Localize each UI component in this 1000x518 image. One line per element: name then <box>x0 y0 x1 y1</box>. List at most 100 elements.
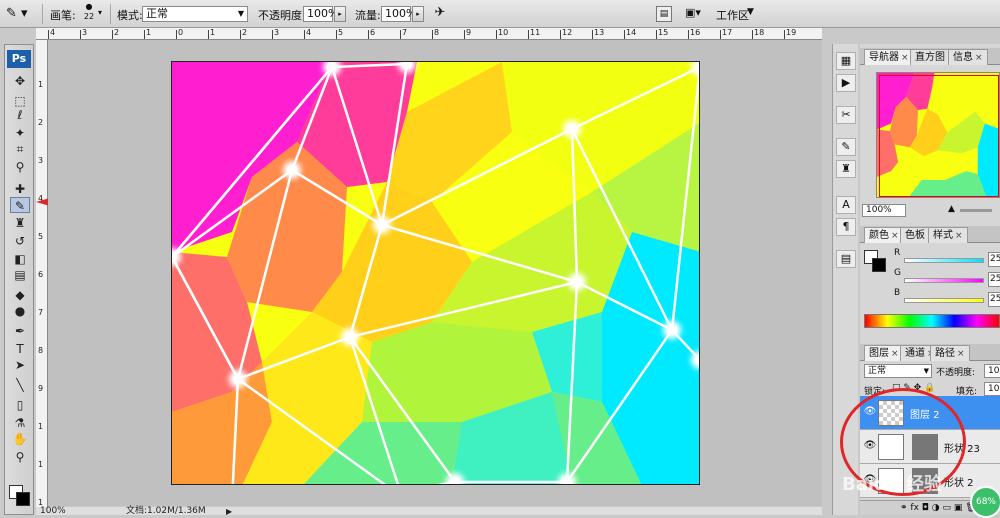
brush-tool-icon[interactable]: ✎ <box>10 197 30 213</box>
opacity-label: 不透明度: <box>258 9 306 22</box>
close-icon[interactable]: × <box>975 53 983 63</box>
network-node <box>233 374 243 384</box>
ruler-number: 19 <box>786 28 797 37</box>
layer-opacity-label: 不透明度: <box>936 368 976 378</box>
ruler-number: 16 <box>690 28 701 37</box>
tab-paths[interactable]: 路径 × <box>930 345 970 361</box>
tab-navigator[interactable]: 导航器 × <box>864 49 914 65</box>
magic-wand-tool-icon[interactable]: ✦ <box>10 125 30 141</box>
eyedropper-tool-icon[interactable]: ⚲ <box>10 159 30 175</box>
new-group-icon[interactable]: ▭ <box>943 503 952 513</box>
photoshop-logo[interactable]: Ps <box>7 50 31 68</box>
crop-tool-icon[interactable]: ⌗ <box>10 141 30 157</box>
background-color-swatch[interactable] <box>16 492 30 506</box>
ruler-number: 1 <box>210 28 216 37</box>
notes-tool-icon[interactable]: ▯ <box>10 397 30 413</box>
navigator-view-box[interactable] <box>879 75 999 197</box>
notes-icon[interactable]: ▤ <box>836 250 856 268</box>
character-icon[interactable]: A <box>836 196 856 214</box>
ruler-number: 8 <box>38 346 44 355</box>
channel-slider[interactable] <box>904 258 984 263</box>
bridge-icon[interactable]: ▣▾ <box>682 6 704 22</box>
channel-slider[interactable] <box>904 278 984 283</box>
tab-color[interactable]: 颜色 × <box>864 227 904 243</box>
fx-icon[interactable]: fx <box>910 503 919 513</box>
dodge-tool-icon[interactable]: ● <box>10 303 30 319</box>
move-tool-icon[interactable]: ✥ <box>10 73 30 89</box>
document-canvas[interactable] <box>171 61 700 485</box>
airbrush-icon[interactable]: ✈ <box>431 5 449 23</box>
navigator-tabs: 导航器× 直方图× 信息× <box>860 48 1000 65</box>
link-layers-icon[interactable]: ⚭ <box>900 503 908 513</box>
close-icon[interactable]: × <box>891 231 899 241</box>
ruler-tick <box>592 30 593 39</box>
path-selection-tool-icon[interactable]: ➤ <box>10 357 30 373</box>
tab-info[interactable]: 信息 × <box>948 49 988 65</box>
ruler-number: 5 <box>38 232 44 241</box>
paragraph-icon[interactable]: ¶ <box>836 218 856 236</box>
opacity-slider-button[interactable]: ▸ <box>334 6 346 22</box>
clone-source-icon[interactable]: ♜ <box>836 160 856 178</box>
tab-styles[interactable]: 样式 × <box>928 227 968 243</box>
opacity-input[interactable]: 100% <box>303 6 338 22</box>
line-tool-icon[interactable]: ╲ <box>10 377 30 393</box>
close-icon[interactable]: × <box>955 231 963 241</box>
clone-stamp-tool-icon[interactable]: ♜ <box>10 215 30 231</box>
ruler-tick <box>368 30 369 39</box>
channel-value-input[interactable]: 255 <box>988 292 1000 307</box>
history-icon[interactable]: ▦ <box>836 52 856 70</box>
ruler-number: 15 <box>658 28 669 37</box>
lasso-tool-icon[interactable]: ℓ <box>10 107 30 123</box>
layer-opacity-input[interactable]: 100% <box>984 364 1000 378</box>
navigator-zoom-slider[interactable] <box>960 209 992 212</box>
eraser-tool-icon[interactable]: ◧ <box>10 251 30 267</box>
brush-preset-icon[interactable]: ✎ ▾ <box>6 5 36 23</box>
ruler-tick <box>112 30 113 39</box>
blend-mode-select[interactable]: 正常 ▼ <box>864 364 932 378</box>
brushes-icon[interactable]: ✎ <box>836 138 856 156</box>
tool-presets-icon[interactable]: ✂ <box>836 106 856 124</box>
gradient-tool-icon[interactable]: ▤ <box>10 267 30 283</box>
palette-well-icon[interactable]: ▤ <box>656 6 672 22</box>
fill-input[interactable]: 100% <box>984 382 1000 396</box>
eyedropper2-tool-icon[interactable]: ⚗ <box>10 415 30 431</box>
ruler-number: 13 <box>594 28 605 37</box>
network-node <box>287 165 297 175</box>
navigator-zoom-input[interactable]: 100% <box>862 204 906 217</box>
ruler-tick <box>656 30 657 39</box>
ruler-tick <box>720 30 721 39</box>
adjustment-layer-icon[interactable]: ◑ <box>932 503 940 513</box>
channel-slider[interactable] <box>904 298 984 303</box>
flow-slider-button[interactable]: ▸ <box>412 6 424 22</box>
close-icon[interactable]: × <box>891 349 899 359</box>
workspace-chevron-icon[interactable]: ▼ <box>747 7 754 17</box>
channel-value-input[interactable]: 255 <box>988 252 1000 267</box>
mode-select[interactable]: 正常 ▼ <box>142 6 248 22</box>
type-tool-icon[interactable]: T <box>10 341 30 357</box>
channel-value-input[interactable]: 255 <box>988 272 1000 287</box>
workspace-menu[interactable]: 工作区 <box>716 7 749 23</box>
zoom-out-icon[interactable]: ▲ <box>948 204 955 214</box>
pen-tool-icon[interactable]: ✒ <box>10 323 30 339</box>
background-color-swatch[interactable] <box>872 258 886 272</box>
tab-layers[interactable]: 图层 × <box>864 345 904 361</box>
actions-icon[interactable]: ▶ <box>836 74 856 92</box>
brush-dropdown-icon[interactable]: ▾ <box>98 8 102 17</box>
ruler-number: 4 <box>306 28 312 37</box>
history-brush-tool-icon[interactable]: ↺ <box>10 233 30 249</box>
close-icon[interactable]: × <box>901 53 909 63</box>
ruler-number: 12 <box>562 28 573 37</box>
brush-size-picker[interactable]: ● 22 <box>82 2 96 26</box>
color-spectrum-bar[interactable] <box>864 314 1000 328</box>
flow-input[interactable]: 100% <box>381 6 416 22</box>
flow-label: 流量: <box>355 9 381 22</box>
add-mask-icon[interactable]: ◘ <box>922 503 929 513</box>
brush-tip-icon: ● <box>85 2 93 11</box>
blur-tool-icon[interactable]: ◆ <box>10 287 30 303</box>
new-layer-icon[interactable]: ▣ <box>954 503 963 513</box>
zoom-tool-icon[interactable]: ⚲ <box>10 449 30 465</box>
healing-brush-tool-icon[interactable]: ✚ <box>10 181 30 197</box>
navigator-preview[interactable] <box>876 72 1000 198</box>
close-icon[interactable]: × <box>957 349 965 359</box>
hand-tool-icon[interactable]: ✋ <box>10 431 30 447</box>
